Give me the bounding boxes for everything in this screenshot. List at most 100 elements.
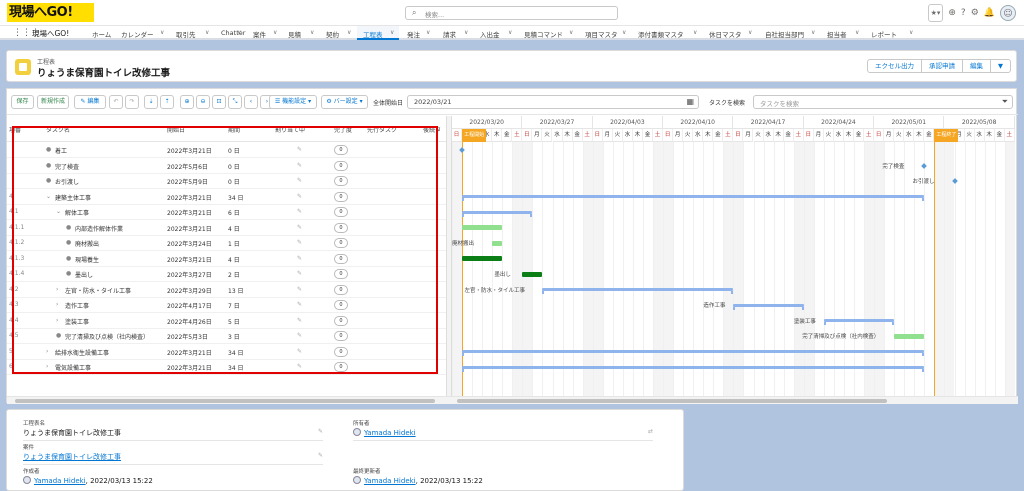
new-button[interactable]: 新規作成 xyxy=(37,95,69,109)
shrink-icon[interactable]: ⤡ xyxy=(228,95,242,109)
pencil-icon[interactable]: ✎ xyxy=(297,301,302,308)
pencil-icon[interactable]: ✎ xyxy=(318,428,323,435)
star-icon[interactable]: ★▾ xyxy=(927,4,944,22)
chevron-down-icon[interactable]: ∨ xyxy=(426,29,430,36)
chevron-right-icon[interactable]: › xyxy=(56,301,58,308)
excel-export-button[interactable]: エクセル出力 xyxy=(867,59,922,73)
gantt-edit-button[interactable]: ✎ 編集 xyxy=(74,95,106,109)
chevron-down-icon[interactable]: ∨ xyxy=(160,29,164,36)
task-row[interactable]: 4.2 › 左官・防水・タイル工事 2022年3月29日 13 日 ✎ 0 xyxy=(7,282,446,298)
nav-item[interactable]: 契約 xyxy=(326,29,339,39)
change-owner-icon[interactable]: ⇄ xyxy=(648,428,653,435)
summary-bar[interactable] xyxy=(542,288,734,294)
updater-link[interactable]: Yamada Hideki xyxy=(364,477,416,485)
chevron-down-icon[interactable]: ⌄ xyxy=(56,208,61,215)
help-icon[interactable]: ? xyxy=(961,5,966,21)
app-logo[interactable]: 現場へGO! xyxy=(7,3,94,22)
case-link[interactable]: りょうま保育園トイレ改修工事 xyxy=(23,452,121,462)
redo-icon[interactable]: ↷ xyxy=(125,95,139,109)
task-row[interactable]: 4.3 › 造作工事 2022年4月17日 7 日 ✎ 0 xyxy=(7,297,446,313)
task-bar[interactable] xyxy=(492,240,503,246)
overall-start-date-input[interactable]: 2022/03/21 ▦ xyxy=(407,95,699,109)
nav-item[interactable]: 工程表 xyxy=(363,29,383,39)
nav-item[interactable]: 添付書類マスタ xyxy=(638,29,684,39)
calendar-icon[interactable]: ▦ xyxy=(686,97,694,106)
prev-icon[interactable]: ‹ xyxy=(244,95,258,109)
bell-icon[interactable]: 🔔 xyxy=(984,5,995,21)
creator-link[interactable]: Yamada Hideki xyxy=(34,477,86,485)
task-bar[interactable] xyxy=(462,225,503,230)
horizontal-scrollbar[interactable] xyxy=(7,396,1018,404)
nav-item[interactable]: 発注 xyxy=(407,29,420,39)
chevron-down-icon[interactable]: ∨ xyxy=(237,29,241,36)
nav-item[interactable]: 取引先 xyxy=(176,29,196,39)
avatar-icon[interactable]: ☺ xyxy=(1000,5,1016,21)
chevron-right-icon[interactable]: › xyxy=(56,286,58,293)
milestone-inspection[interactable] xyxy=(921,162,928,169)
task-row[interactable]: 4.1 ⌄ 解体工事 2022年3月21日 6 日 ✎ 0 xyxy=(7,204,446,220)
grid-scroll-thumb[interactable] xyxy=(15,399,435,403)
summary-bar[interactable] xyxy=(733,303,805,310)
save-button[interactable]: 保存 xyxy=(11,95,34,109)
chevron-down-icon[interactable]: ∨ xyxy=(569,29,573,36)
nav-item[interactable]: 案件 xyxy=(253,29,266,39)
gear-icon[interactable]: ⚙ xyxy=(971,5,979,21)
pencil-icon[interactable]: ✎ xyxy=(297,348,302,355)
col-number[interactable]: 項番 xyxy=(9,125,21,134)
zoom-fit-icon[interactable]: ⊡ xyxy=(212,95,226,109)
filter-icon[interactable]: ⏷ xyxy=(1002,97,1008,107)
task-bar[interactable] xyxy=(522,271,543,277)
add-icon[interactable]: ⊕ xyxy=(948,5,956,21)
summary-bar[interactable] xyxy=(462,210,533,217)
task-row[interactable]: 6 › 電気設備工事 2022年3月21日 34 日 ✎ 0 xyxy=(7,359,446,375)
chevron-down-icon[interactable]: ∨ xyxy=(205,29,209,36)
task-row[interactable]: ● 完了検査 2022年5月6日 0 日 ✎ 0 xyxy=(7,158,446,174)
chevron-right-icon[interactable]: › xyxy=(46,348,48,355)
submit-approval-button[interactable]: 承認申請 xyxy=(921,59,963,73)
nav-item[interactable]: 項目マスタ xyxy=(585,29,618,39)
chevron-down-icon[interactable]: ∨ xyxy=(508,29,512,36)
pencil-icon[interactable]: ✎ xyxy=(297,270,302,277)
chart-scroll-thumb[interactable] xyxy=(457,399,887,403)
pencil-icon[interactable]: ✎ xyxy=(297,208,302,215)
task-search-input[interactable]: タスクを検索 ⏷ xyxy=(753,95,1013,109)
col-duration[interactable]: 期間 xyxy=(228,125,240,134)
task-bar[interactable] xyxy=(462,256,503,261)
pencil-icon[interactable]: ✎ xyxy=(297,224,302,231)
pencil-icon[interactable]: ✎ xyxy=(297,193,302,200)
task-row[interactable]: 4.1.1 ● 内部造作解体作業 2022年3月21日 4 日 ✎ 0 xyxy=(7,220,446,236)
function-settings-button[interactable]: ☰ 機能設定 ▾ xyxy=(269,95,317,109)
pencil-icon[interactable]: ✎ xyxy=(297,363,302,370)
nav-item[interactable]: ホーム xyxy=(92,29,111,39)
chevron-down-icon[interactable]: ⌄ xyxy=(46,193,51,200)
pencil-icon[interactable]: ✎ xyxy=(297,146,302,153)
chevron-down-icon[interactable]: ∨ xyxy=(273,29,277,36)
task-row[interactable]: ● お引渡し 2022年5月9日 0 日 ✎ 0 xyxy=(7,173,446,189)
chevron-down-icon[interactable]: ∨ xyxy=(347,29,351,36)
pencil-icon[interactable]: ✎ xyxy=(297,162,302,169)
col-task-name[interactable]: タスク名 xyxy=(46,125,70,134)
bar-settings-button[interactable]: ⚙ バー設定 ▾ xyxy=(321,95,368,109)
chevron-down-icon[interactable]: ∨ xyxy=(855,29,859,36)
global-search-input[interactable]: ⌕ 検索... xyxy=(405,6,618,20)
task-row[interactable]: 4.5 ● 完了清掃及び点検（社内検査） 2022年5月3日 3 日 ✎ 0 xyxy=(7,328,446,344)
task-row[interactable]: 4.1.4 ● 墨出し 2022年3月27日 2 日 ✎ 0 xyxy=(7,266,446,282)
summary-bar[interactable] xyxy=(462,350,925,356)
col-assigned[interactable]: 割り当て中 xyxy=(275,125,305,134)
col-successor[interactable]: 後続タ xyxy=(423,125,441,134)
chevron-down-icon[interactable]: ∨ xyxy=(693,29,697,36)
col-progress[interactable]: 完了度 xyxy=(334,125,352,134)
nav-item[interactable]: 見積コマンド xyxy=(524,29,563,39)
chevron-right-icon[interactable]: › xyxy=(46,363,48,370)
chevron-down-icon[interactable]: ∨ xyxy=(310,29,314,36)
task-bar[interactable] xyxy=(894,333,925,339)
collapse-all-icon[interactable]: ⇡ xyxy=(160,95,174,109)
edit-button[interactable]: 編集 xyxy=(962,59,991,73)
pencil-icon[interactable]: ✎ xyxy=(297,317,302,324)
summary-bar[interactable] xyxy=(823,319,895,325)
nav-item[interactable]: 休日マスタ xyxy=(709,29,742,39)
nav-item[interactable]: 請求 xyxy=(443,29,456,39)
expand-all-icon[interactable]: ⇣ xyxy=(144,95,158,109)
task-row[interactable]: 4 ⌄ 建築主体工事 2022年3月21日 34 日 ✎ 0 xyxy=(7,189,446,205)
task-row[interactable]: 4.4 › 塗装工事 2022年4月26日 5 日 ✎ 0 xyxy=(7,313,446,329)
